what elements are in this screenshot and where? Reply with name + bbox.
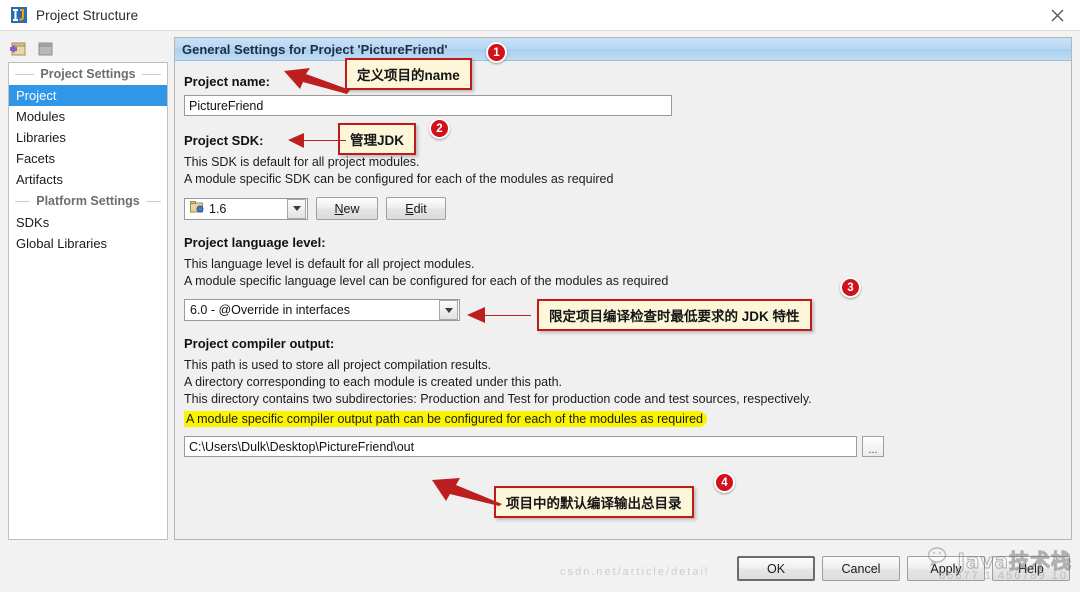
project-sdk-row: 1.6 New Edit: [184, 197, 1071, 220]
section-rule-left: [15, 73, 35, 75]
annotation-badge-1: 1: [486, 42, 507, 63]
add-module-icon[interactable]: [8, 39, 29, 59]
cancel-button[interactable]: Cancel: [822, 556, 900, 581]
edit-sdk-label: Edit: [405, 201, 427, 216]
sidebar-item-sdks[interactable]: SDKs: [9, 212, 167, 233]
project-sdk-value: 1.6: [209, 201, 227, 216]
ellipsis-browse-icon[interactable]: ...: [862, 436, 884, 457]
project-sdk-desc-1: This SDK is default for all project modu…: [184, 155, 420, 169]
compiler-output-highlight-wrap: A module specific compiler output path c…: [184, 410, 1071, 428]
edit-sdk-mnemonic: E: [405, 201, 414, 216]
language-level-label: Project language level:: [184, 235, 326, 250]
remove-module-icon[interactable]: [35, 39, 56, 59]
sidebar-toolbar: [8, 37, 168, 61]
close-icon[interactable]: [1034, 0, 1080, 30]
annotation-badge-4: 4: [714, 472, 735, 493]
section-rule-right-2: [145, 200, 161, 202]
annotation-badge-2: 2: [429, 118, 450, 139]
chevron-glyph: [292, 206, 301, 211]
compiler-output-input[interactable]: C:\Users\Dulk\Desktop\PictureFriend\out: [184, 436, 857, 457]
compiler-output-desc-3: This directory contains two subdirectori…: [184, 392, 812, 406]
general-settings-panel: General Settings for Project 'PictureFri…: [174, 37, 1072, 540]
chevron-down-icon[interactable]: [287, 198, 306, 219]
ok-button[interactable]: OK: [737, 556, 815, 581]
intellij-idea-logo-icon: [10, 6, 28, 24]
annotation-arrow-4: [432, 478, 502, 506]
settings-sidebar: Project Settings Project Modules Librari…: [8, 62, 168, 540]
annotation-box-1: 定义项目的name: [345, 58, 472, 90]
dialog-footer: OK Cancel Apply Help: [0, 548, 1080, 592]
sidebar-item-modules[interactable]: Modules: [9, 106, 167, 127]
chevron-down-icon-2[interactable]: [439, 300, 458, 320]
annotation-arrow-2: [288, 133, 346, 148]
annotation-box-3: 限定项目编译检查时最低要求的 JDK 特性: [537, 299, 812, 331]
help-button[interactable]: Help: [992, 556, 1070, 581]
chevron-glyph-2: [444, 307, 453, 313]
panel-header-title: General Settings for Project 'PictureFri…: [175, 38, 1071, 61]
sidebar-item-project[interactable]: Project: [9, 85, 167, 106]
compiler-output-desc-1: This path is used to store all project c…: [184, 358, 492, 372]
project-structure-dialog: Project Structure Project Settings Proje…: [0, 0, 1080, 592]
sidebar-section-platform-settings: Platform Settings: [9, 190, 167, 212]
sidebar-item-libraries[interactable]: Libraries: [9, 127, 167, 148]
jdk-folder-icon: [190, 200, 204, 217]
compiler-output-path-row: C:\Users\Dulk\Desktop\PictureFriend\out …: [184, 436, 1071, 457]
sidebar-item-facets[interactable]: Facets: [9, 148, 167, 169]
language-level-desc-2: A module specific language level can be …: [184, 274, 669, 288]
window-titlebar: Project Structure: [0, 0, 1080, 31]
sidebar-item-artifacts[interactable]: Artifacts: [9, 169, 167, 190]
annotation-arrow-1: [284, 68, 350, 94]
language-level-desc-1: This language level is default for all p…: [184, 257, 475, 271]
sidebar-section-title: Project Settings: [40, 67, 136, 81]
sidebar-item-global-libraries[interactable]: Global Libraries: [9, 233, 167, 254]
sidebar-section-project-settings: Project Settings: [9, 63, 167, 85]
compiler-output-desc-2: A directory corresponding to each module…: [184, 375, 562, 389]
annotation-arrow-3: [467, 307, 531, 323]
new-sdk-label: New: [334, 201, 360, 216]
compiler-output-highlighted-text: A module specific compiler output path c…: [184, 411, 707, 427]
sidebar-section-title-2: Platform Settings: [36, 194, 140, 208]
project-sdk-desc-2: A module specific SDK can be configured …: [184, 172, 614, 186]
language-level-dropdown[interactable]: 6.0 - @Override in interfaces: [184, 299, 460, 321]
compiler-output-label: Project compiler output:: [184, 336, 335, 351]
section-rule-right: [141, 73, 162, 75]
annotation-badge-3: 3: [840, 277, 861, 298]
new-sdk-mnemonic: N: [334, 201, 344, 216]
edit-sdk-button[interactable]: Edit: [386, 197, 446, 220]
section-rule-left-2: [15, 200, 31, 202]
annotation-box-4: 项目中的默认编译输出总目录: [494, 486, 694, 518]
project-sdk-dropdown[interactable]: 1.6: [184, 197, 308, 220]
language-level-value: 6.0 - @Override in interfaces: [190, 303, 350, 317]
compiler-output-group: Project compiler output: This path is us…: [184, 336, 1071, 457]
annotation-box-2: 管理JDK: [338, 123, 417, 155]
new-sdk-button[interactable]: New: [316, 197, 378, 220]
project-name-input[interactable]: PictureFriend: [184, 95, 672, 116]
project-sdk-value-wrap: 1.6: [185, 200, 287, 217]
window-title: Project Structure: [36, 7, 139, 23]
apply-button[interactable]: Apply: [907, 556, 985, 581]
